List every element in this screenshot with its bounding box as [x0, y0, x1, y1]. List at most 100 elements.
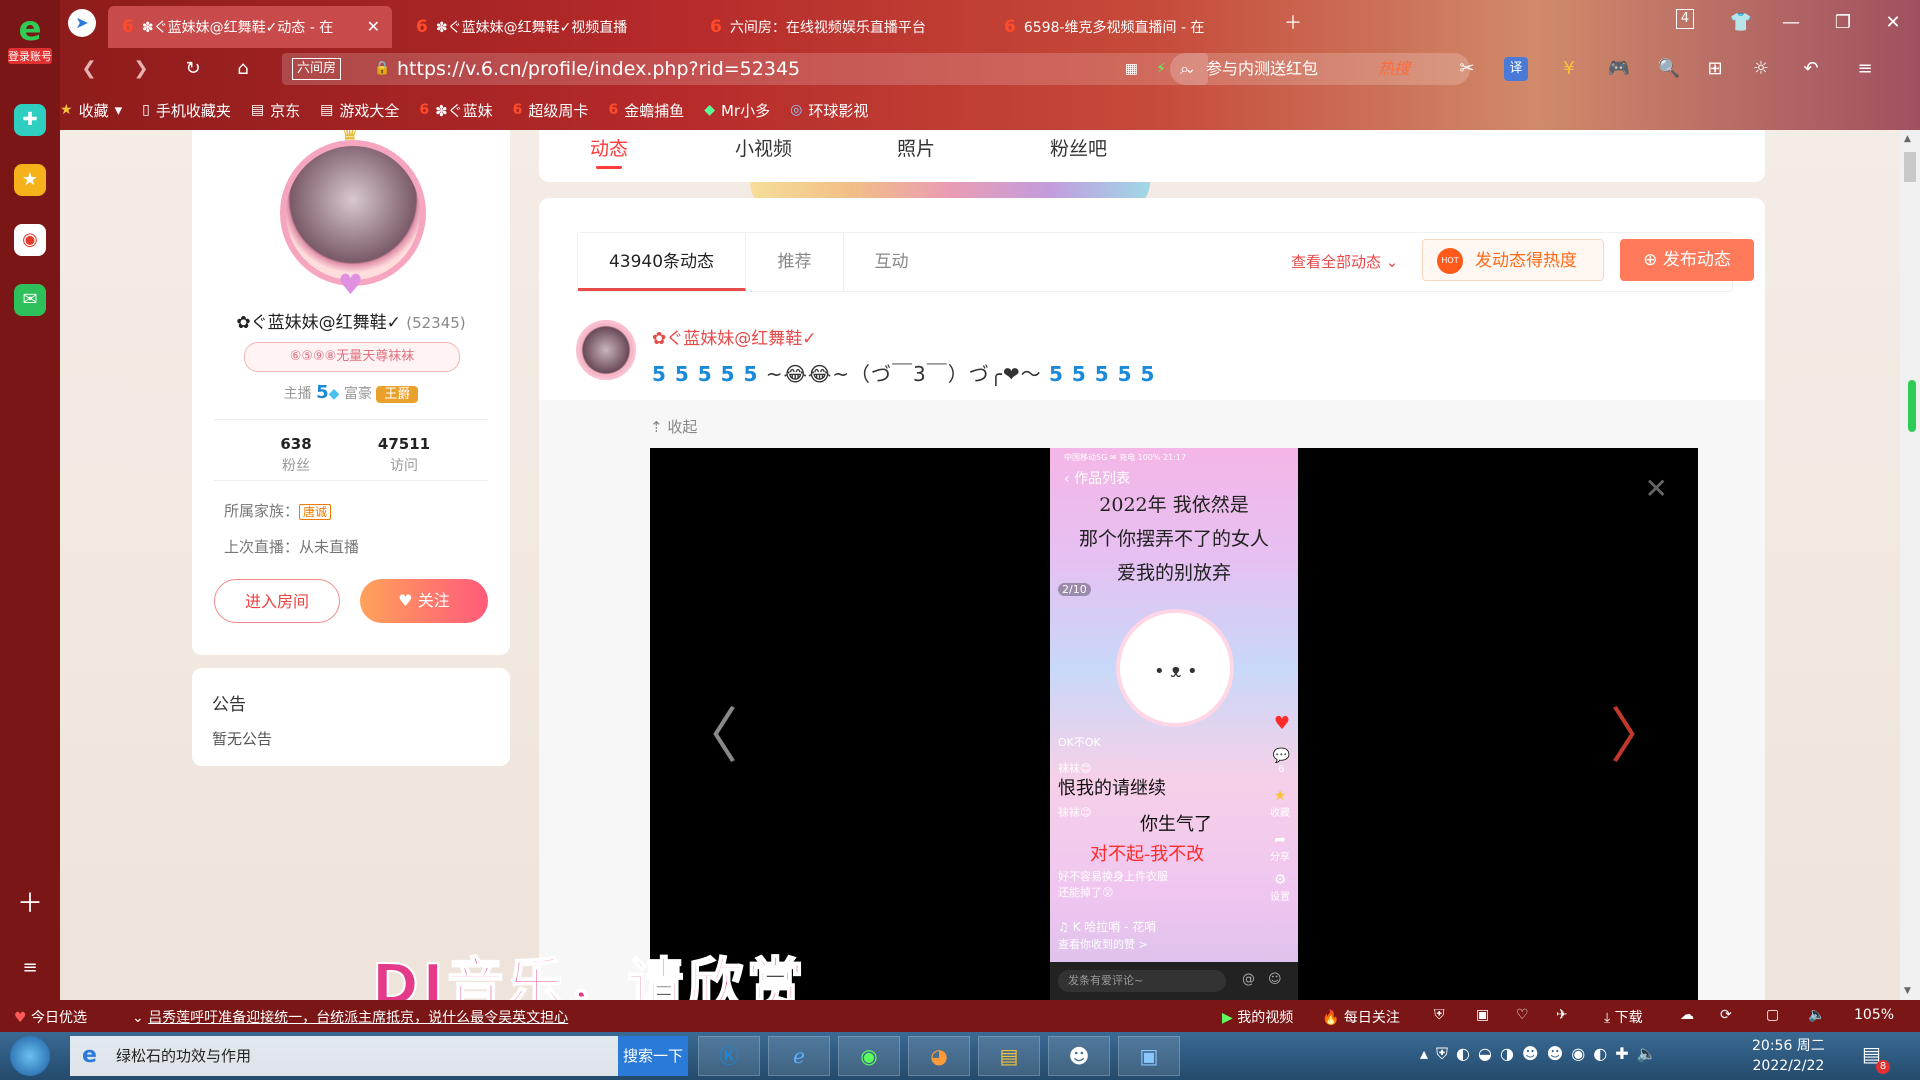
tab-short-videos[interactable]: 小视频	[735, 134, 792, 161]
restore-icon[interactable]: ❐	[1828, 8, 1858, 38]
system-tray[interactable]: ▴⛨◐◒◑☻☻◉◐✚🔈	[1420, 1044, 1665, 1064]
cloud-icon[interactable]: ☁	[1680, 1007, 1694, 1023]
address-bar[interactable]: 六间房 🔒 https://v.6.cn/profile/index.php?r…	[282, 53, 1208, 85]
scrollbar-thumb[interactable]	[1904, 152, 1916, 182]
scroll-up-icon[interactable]: ▲	[1904, 134, 1911, 144]
start-button[interactable]	[10, 1036, 50, 1076]
view-all-dropdown[interactable]: 查看全部动态 ⌄	[1291, 233, 1398, 291]
heart-outline-icon[interactable]: ♡	[1516, 1007, 1529, 1023]
navigate-icon[interactable]: ➤	[68, 9, 96, 37]
qr-icon[interactable]: ▦	[1125, 53, 1138, 85]
bookmark-weekly[interactable]: 6 超级周卡	[513, 100, 589, 121]
bolt-icon[interactable]: ⚡	[1156, 53, 1166, 85]
tab-recommend[interactable]: 推荐	[746, 233, 844, 291]
tab-dynamics[interactable]: 动态	[590, 134, 628, 169]
family-badge[interactable]: 唐诚	[299, 504, 332, 520]
chrome-icon[interactable]: ◕	[908, 1036, 970, 1076]
collapse-link[interactable]: ⇡ 收起	[650, 416, 697, 437]
menu-icon[interactable]: ≡	[1850, 54, 1880, 84]
volume-icon[interactable]: 🔈	[1808, 1007, 1825, 1023]
forward-icon[interactable]: ❯	[126, 54, 156, 84]
today-picks[interactable]: ♥ 今日优选	[14, 1007, 87, 1027]
list-icon[interactable]: ≡	[14, 952, 46, 984]
accelerate-icon[interactable]: ✈	[1556, 1007, 1568, 1023]
window-icon[interactable]: ▢	[1766, 1007, 1779, 1023]
bookmark-mobile[interactable]: ▯ 手机收藏夹	[142, 100, 231, 121]
clock[interactable]: 20:56 周二 2022/2/22	[1752, 1036, 1825, 1076]
post-author[interactable]: ✿ぐ蓝妹妹@红舞鞋✓	[652, 324, 817, 349]
tab-all-dynamics[interactable]: 43940条动态	[578, 233, 746, 291]
home-icon[interactable]: ⌂	[228, 54, 258, 84]
download-button[interactable]: ⤓ 下载	[1604, 1007, 1643, 1027]
daily-follow[interactable]: 🔥 每日关注	[1322, 1007, 1400, 1027]
folder-icon[interactable]: ▤	[978, 1036, 1040, 1076]
magnifier-icon[interactable]: 🔍	[1654, 54, 1684, 84]
bookmark-jd[interactable]: ▤ 京东	[251, 100, 300, 121]
tab-live[interactable]: 6 ✽ぐ蓝妹妹@红舞鞋✓视频直播	[402, 6, 686, 48]
fans-stat[interactable]: 638 粉丝	[236, 435, 356, 475]
bookmark-lanmeimei[interactable]: 6 ✽ぐ蓝妹	[419, 100, 492, 121]
gamepad-icon[interactable]: 🎮	[1604, 54, 1634, 84]
tab-count-badge[interactable]: 4	[1676, 9, 1694, 29]
tab-interaction[interactable]: 互动	[843, 233, 940, 291]
close-icon[interactable]: ✕	[1645, 472, 1668, 505]
hot-post-button[interactable]: HOT 发动态得热度	[1422, 239, 1604, 281]
bookmark-global-video[interactable]: ◎ 环球影视	[790, 100, 868, 121]
enter-room-button[interactable]: 进入房间	[214, 579, 340, 623]
bookmark-favorites[interactable]: ★ 收藏 ▾	[60, 100, 122, 121]
weibo-icon[interactable]: ◉	[14, 224, 46, 256]
tab-6cn[interactable]: 6 六间房：在线视频娱乐直播平台	[696, 6, 980, 48]
skin-icon[interactable]: 👕	[1726, 8, 1756, 38]
login-account-label[interactable]: 登录账号	[8, 48, 52, 64]
bookmark-mrxiaoduo[interactable]: ◆ Mr小多	[704, 100, 770, 121]
search-box[interactable]: ⌕ 参与内测送红包 热搜	[1170, 53, 1470, 85]
minimize-icon[interactable]: —	[1776, 8, 1806, 38]
tab-photos[interactable]: 照片	[897, 134, 935, 161]
page-scrollbar[interactable]: ▲ ▼	[1900, 130, 1920, 1000]
close-window-icon[interactable]: ✕	[1878, 8, 1908, 38]
side-slider[interactable]	[1908, 380, 1916, 432]
tab-fan-club[interactable]: 粉丝吧	[1050, 134, 1107, 161]
tab-profile[interactable]: 6 ✽ぐ蓝妹妹@红舞鞋✓动态 - 在 ✕	[108, 6, 392, 48]
zoom-level[interactable]: 105%	[1854, 1007, 1894, 1023]
brightness-icon[interactable]: ☼	[1746, 54, 1776, 84]
refresh-icon[interactable]: ↻	[178, 54, 208, 84]
new-tab-icon[interactable]: ＋	[1278, 9, 1308, 39]
scissors-icon[interactable]: ✂	[1452, 54, 1482, 84]
taskbar-search-button[interactable]: 搜索一下	[618, 1036, 688, 1076]
avatar[interactable]	[280, 140, 426, 286]
green-browser-icon[interactable]: ◉	[838, 1036, 900, 1076]
apps-grid-icon[interactable]: ⊞	[1700, 54, 1730, 84]
bookmark-games[interactable]: ▤ 游戏大全	[320, 100, 399, 121]
video-viewer[interactable]: ✕ 〈 〉 中国移动5G ✉ 充电 100% 21:17 ‹ 作品列表 2022…	[650, 448, 1698, 1000]
kugou-icon[interactable]: Ⓚ	[698, 1036, 760, 1076]
bookmark-fishing[interactable]: 6 金蟾捕鱼	[608, 100, 684, 121]
ie-browser-icon[interactable]: ℯ	[768, 1036, 830, 1076]
sync-icon[interactable]: ⟳	[1720, 1007, 1732, 1023]
undo-icon[interactable]: ↶	[1796, 54, 1826, 84]
scroll-down-icon[interactable]: ▼	[1904, 986, 1911, 996]
mail-icon[interactable]: ✉	[14, 284, 46, 316]
shield-icon[interactable]: ⛨	[1434, 1007, 1445, 1023]
back-icon[interactable]: ❮	[74, 54, 104, 84]
taskbar-ie-task[interactable]: e 绿松石的功效与作用	[70, 1036, 618, 1076]
coin-icon[interactable]: ¥	[1554, 54, 1584, 84]
translate-icon[interactable]: 译	[1504, 57, 1528, 81]
close-tab-icon[interactable]: ✕	[367, 17, 380, 36]
add-icon[interactable]: ＋	[14, 888, 46, 920]
prev-arrow-icon[interactable]: 〈	[678, 688, 738, 775]
photo-viewer-icon[interactable]: ▣	[1118, 1036, 1180, 1076]
image-icon[interactable]: ▣	[1476, 1007, 1489, 1023]
favorites-star-icon[interactable]: ★	[14, 164, 46, 196]
follow-button[interactable]: ♥ 关注	[360, 579, 488, 623]
hot-search-label[interactable]: 热搜	[1378, 53, 1410, 85]
browser-logo[interactable]: e 登录账号	[8, 10, 52, 66]
publish-button[interactable]: ⊕ 发布动态	[1620, 239, 1754, 281]
news-ticker[interactable]: ⌄ 吕秀莲呼吁准备迎接统一，台统派主席抵京，说什么最令吴英文担心	[132, 1007, 568, 1027]
post-avatar[interactable]	[576, 320, 636, 380]
next-arrow-icon[interactable]: 〉	[1610, 688, 1670, 775]
plus-circle-icon[interactable]: ✚	[14, 104, 46, 136]
tab-6598[interactable]: 6 6598-维克多视频直播间 - 在	[990, 6, 1274, 48]
my-video[interactable]: ▶ 我的视频	[1222, 1007, 1293, 1027]
qq-app-icon[interactable]: ☻	[1048, 1036, 1110, 1076]
